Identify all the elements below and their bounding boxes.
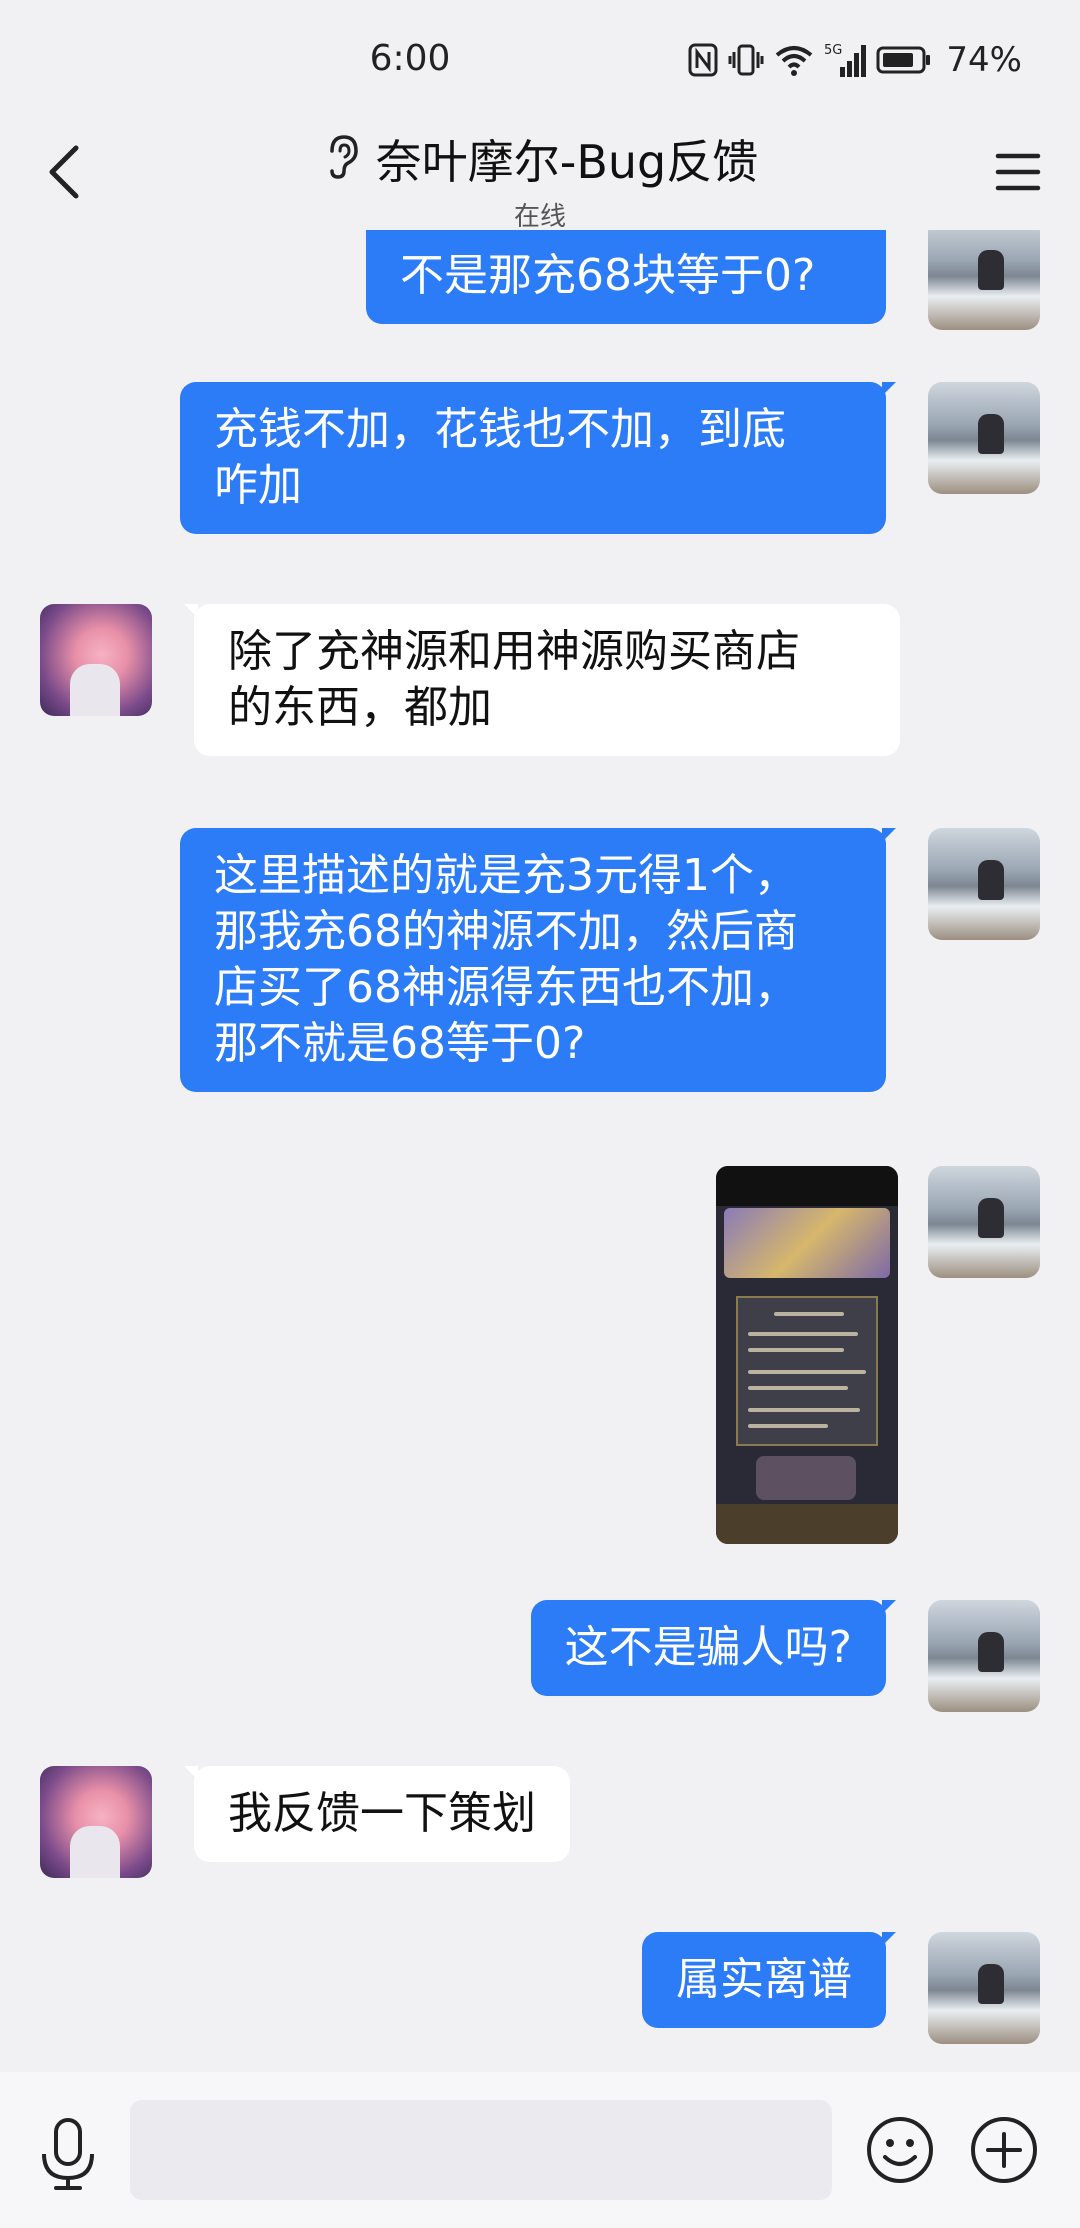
- online-status: 在线: [513, 202, 566, 232]
- message-list[interactable]: 不是那充68块等于0? 充钱不加，花钱也不加，到底 咋加 除了充神源和用神源购买…: [0, 230, 1080, 2070]
- message-text-line: 的东西，都加: [228, 682, 492, 733]
- plus-icon: [971, 2117, 1037, 2183]
- menu-button[interactable]: [986, 140, 1050, 204]
- vibrate-icon: [728, 43, 764, 77]
- battery-icon: [876, 45, 932, 75]
- message-text: 属实离谱: [676, 1954, 852, 2005]
- battery-percent: 74%: [946, 40, 1022, 80]
- message-input[interactable]: [130, 2100, 832, 2200]
- message-bubble-self[interactable]: 充钱不加，花钱也不加，到底 咋加: [180, 382, 896, 534]
- self-avatar[interactable]: [928, 230, 1040, 330]
- title-area[interactable]: 奈叶摩尔-Bug反馈 在线: [200, 126, 880, 233]
- message-bubble-other[interactable]: 我反馈一下策划: [184, 1766, 570, 1862]
- plus-button[interactable]: [968, 2114, 1040, 2186]
- chat-header: 奈叶摩尔-Bug反馈 在线: [0, 120, 1080, 233]
- status-time: 6:00: [369, 38, 451, 79]
- status-bar: 6:00 5G 74%: [0, 0, 1080, 125]
- message-text-line: 咋加: [214, 460, 302, 511]
- screenshot-banner: [724, 1208, 890, 1278]
- contact-avatar[interactable]: [40, 604, 152, 716]
- message-text-line: 这里描述的就是充3元得1个，: [214, 850, 798, 901]
- message-bubble-self[interactable]: 这里描述的就是充3元得1个， 那我充68的神源不加，然后商 店买了68神源得东西…: [180, 828, 896, 1092]
- chat-title: 奈叶摩尔-Bug反馈: [375, 135, 759, 189]
- ear-icon: [322, 133, 362, 185]
- message-text: 不是那充68块等于0?: [400, 250, 816, 301]
- menu-icon: [995, 153, 1041, 191]
- emoji-button[interactable]: [864, 2114, 936, 2186]
- message-text: 这不是骗人吗?: [564, 1622, 852, 1673]
- message-text-line: 充钱不加，花钱也不加，到底: [214, 404, 786, 455]
- message-bubble-self[interactable]: 不是那充68块等于0?: [366, 230, 886, 324]
- message-text-line: 那不就是68等于0?: [214, 1018, 586, 1069]
- status-icons: 5G 74%: [688, 40, 1022, 80]
- screenshot-statusbar: [716, 1166, 898, 1206]
- back-chevron-icon: [49, 145, 79, 199]
- message-text-line: 除了充神源和用神源购买商店: [228, 626, 800, 677]
- chat-screen: 6:00 5G 74% 奈叶摩尔-Bug反馈 在线 不是那充68块等于0? 充钱…: [0, 0, 1080, 2228]
- contact-avatar[interactable]: [40, 1766, 152, 1878]
- self-avatar[interactable]: [928, 382, 1040, 494]
- message-text: 我反馈一下策划: [228, 1788, 536, 1839]
- screenshot-bottom-bar: [716, 1504, 898, 1544]
- screenshot-characters: [756, 1456, 856, 1500]
- voice-button[interactable]: [32, 2114, 104, 2194]
- message-text-line: 店买了68神源得东西也不加，: [214, 962, 798, 1013]
- nfc-icon: [688, 43, 718, 77]
- wifi-icon: [774, 43, 814, 77]
- self-avatar[interactable]: [928, 1932, 1040, 2044]
- screenshot-dialog: [736, 1296, 878, 1446]
- message-bubble-other[interactable]: 除了充神源和用神源购买商店 的东西，都加: [184, 604, 900, 756]
- network-type: 5G: [824, 43, 842, 58]
- message-bubble-self[interactable]: 属实离谱: [642, 1932, 896, 2028]
- self-avatar[interactable]: [928, 1600, 1040, 1712]
- input-bar: [0, 2072, 1080, 2228]
- back-button[interactable]: [32, 140, 96, 204]
- signal-icon: 5G: [824, 41, 867, 79]
- self-avatar[interactable]: [928, 828, 1040, 940]
- emoji-icon: [867, 2117, 933, 2183]
- self-avatar[interactable]: [928, 1166, 1040, 1278]
- message-bubble-self[interactable]: 这不是骗人吗?: [530, 1600, 897, 1696]
- message-text-line: 那我充68的神源不加，然后商: [214, 906, 798, 957]
- image-message[interactable]: [716, 1166, 898, 1544]
- microphone-icon: [42, 2118, 94, 2190]
